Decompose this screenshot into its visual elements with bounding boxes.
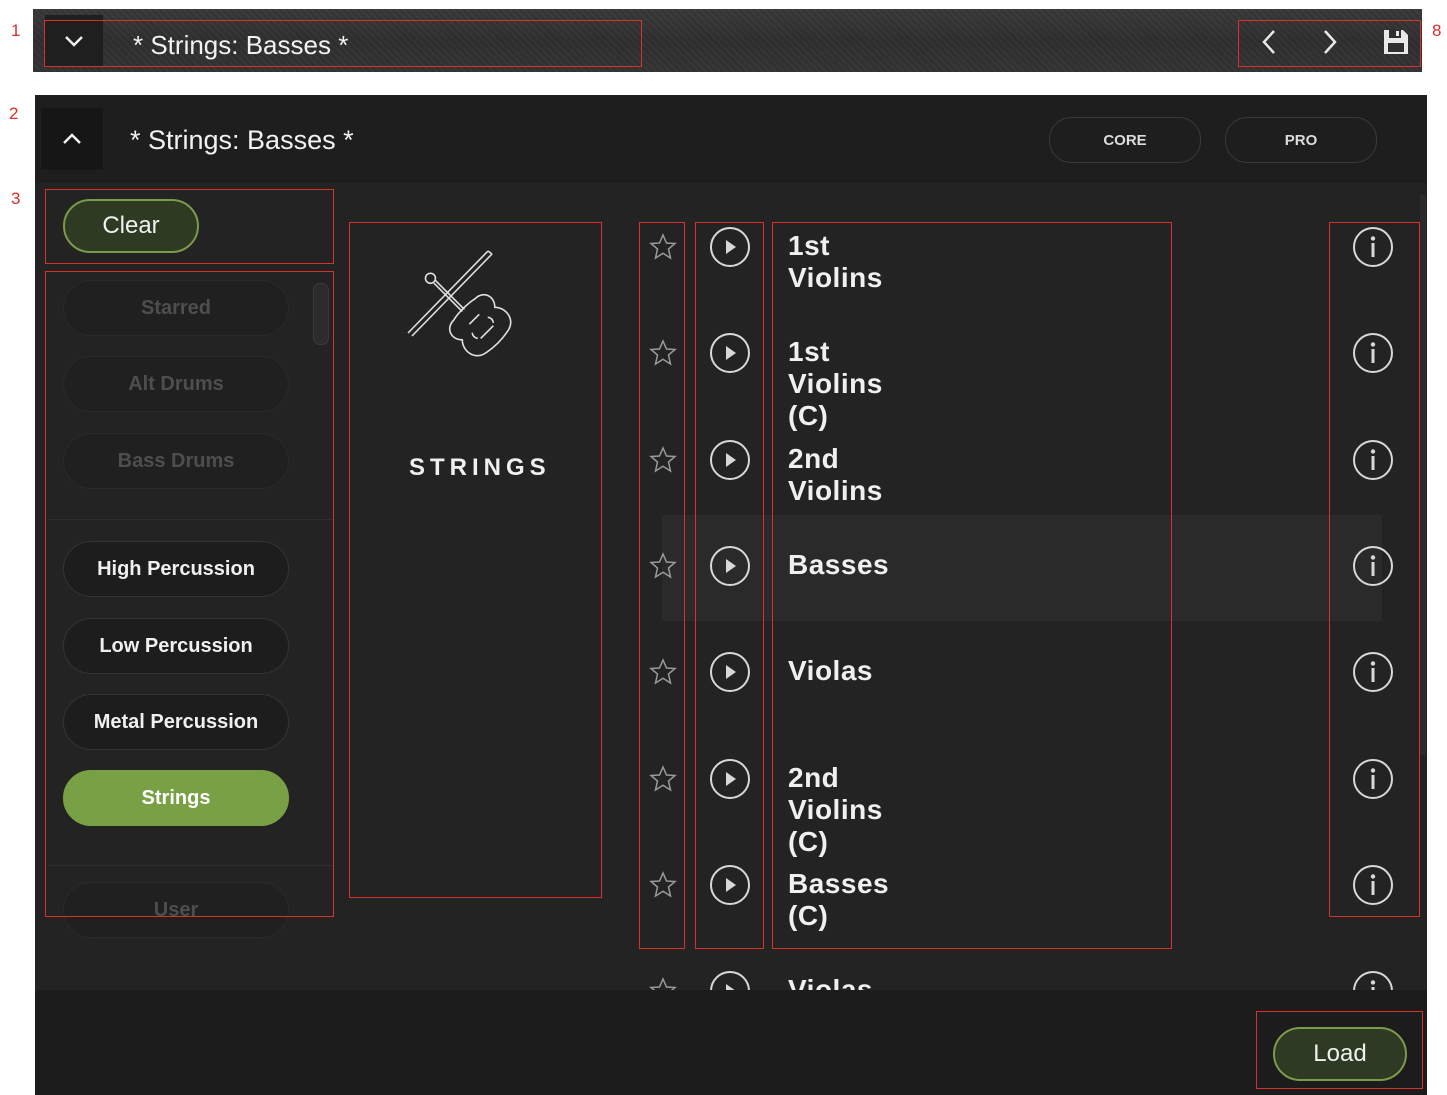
preset-title[interactable]: * Strings: Basses * (133, 30, 348, 61)
next-preset-button[interactable] (1315, 27, 1345, 57)
browser-title: * Strings: Basses * (130, 125, 354, 155)
save-disk-icon (1384, 30, 1408, 54)
violin-icon (407, 250, 512, 357)
clear-button[interactable]: Clear (63, 199, 199, 253)
chevron-left-icon (1262, 30, 1275, 54)
category-bass-drums[interactable]: Bass Drums (63, 433, 289, 489)
info-icon[interactable] (1351, 225, 1395, 269)
play-icon[interactable] (708, 650, 752, 694)
browser-footer (35, 990, 1427, 1095)
chevron-right-icon (1324, 30, 1337, 54)
divider (47, 519, 334, 520)
info-icon[interactable] (1351, 331, 1395, 375)
info-icon[interactable] (1351, 544, 1395, 588)
play-icon[interactable] (708, 331, 752, 375)
instrument-name[interactable]: 2nd Violins (788, 443, 883, 507)
category-title: STRINGS (409, 454, 551, 481)
core-filter-button[interactable]: CORE (1049, 117, 1201, 163)
category-strings[interactable]: Strings (63, 770, 289, 826)
play-icon[interactable] (708, 863, 752, 907)
category-low-percussion[interactable]: Low Percussion (63, 618, 289, 674)
instrument-name[interactable]: 1st Violins (C) (788, 336, 883, 432)
info-icon[interactable] (1351, 863, 1395, 907)
browser-header: * Strings: Basses * CORE PRO (35, 95, 1427, 183)
chevron-down-icon (65, 36, 83, 47)
star-icon[interactable] (648, 338, 678, 368)
info-icon[interactable] (1351, 438, 1395, 482)
info-icon[interactable] (1351, 650, 1395, 694)
category-metal-percussion[interactable]: Metal Percussion (63, 694, 289, 750)
category-starred[interactable]: Starred (63, 280, 289, 336)
instrument-name[interactable]: 2nd Violins (C) (788, 762, 883, 858)
previous-preset-button[interactable] (1254, 27, 1284, 57)
callout-1: 1 (11, 21, 21, 40)
selected-row-highlight (662, 515, 1382, 621)
collapse-browser-button[interactable] (41, 108, 103, 170)
star-icon[interactable] (648, 870, 678, 900)
info-icon[interactable] (1351, 757, 1395, 801)
save-preset-button[interactable] (1381, 27, 1411, 57)
instrument-name[interactable]: Basses (788, 549, 889, 581)
callout-2: 2 (9, 104, 19, 123)
play-icon[interactable] (708, 438, 752, 482)
list-scrollbar[interactable] (1420, 195, 1426, 755)
play-icon[interactable] (708, 757, 752, 801)
category-list: Starred Alt Drums Bass Drums High Percus… (47, 273, 334, 1015)
instrument-name[interactable]: 1st Violins (788, 230, 883, 294)
category-alt-drums[interactable]: Alt Drums (63, 356, 289, 412)
category-scrollbar[interactable] (313, 283, 329, 345)
star-icon[interactable] (648, 551, 678, 581)
preset-dropdown-button[interactable] (45, 15, 103, 67)
star-icon[interactable] (648, 445, 678, 475)
instrument-name[interactable]: Basses (C) (788, 868, 889, 932)
load-button[interactable]: Load (1273, 1027, 1407, 1081)
chevron-up-icon (63, 133, 81, 144)
divider (47, 865, 334, 866)
pro-filter-button[interactable]: PRO (1225, 117, 1377, 163)
play-icon[interactable] (708, 544, 752, 588)
preset-bar: * Strings: Basses * (33, 9, 1422, 72)
play-icon[interactable] (708, 225, 752, 269)
category-user[interactable]: User (63, 882, 289, 938)
category-high-percussion[interactable]: High Percussion (63, 541, 289, 597)
callout-8: 8 (1432, 21, 1442, 40)
star-icon[interactable] (648, 657, 678, 687)
callout-3: 3 (11, 189, 21, 208)
instrument-name[interactable]: Violas (788, 655, 873, 687)
star-icon[interactable] (648, 232, 678, 262)
instrument-browser: * Strings: Basses * CORE PRO Clear Starr… (35, 95, 1427, 1095)
star-icon[interactable] (648, 764, 678, 794)
